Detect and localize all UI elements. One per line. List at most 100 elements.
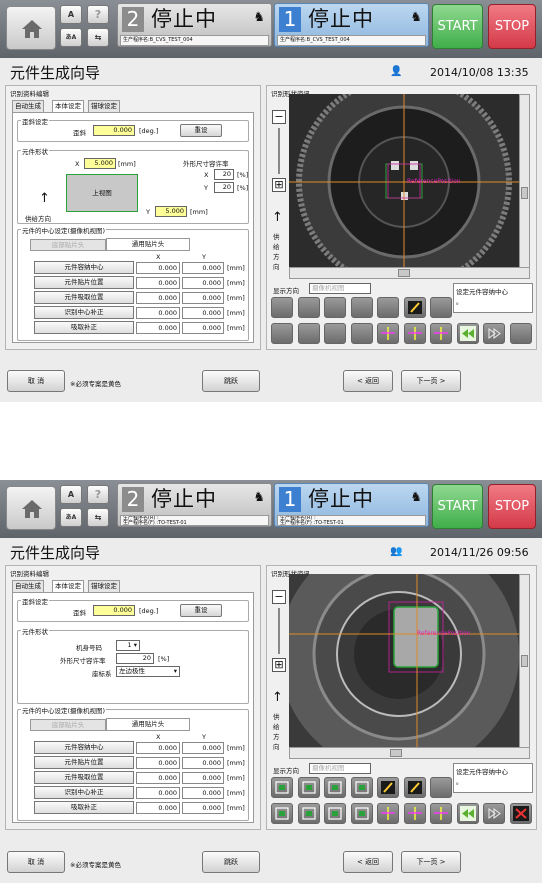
tool-button[interactable] <box>430 323 452 344</box>
row-y-value[interactable]: 0.000 <box>182 322 224 334</box>
help-icon[interactable]: ? <box>87 5 109 24</box>
zoom-fit-button[interactable]: ⊞ <box>272 658 286 672</box>
tolerance-input[interactable]: 20 <box>116 653 154 664</box>
tool-button[interactable] <box>350 323 373 344</box>
row-y-value[interactable]: 0.000 <box>182 802 224 814</box>
horizontal-scrollbar[interactable] <box>289 267 530 279</box>
coordinate-select[interactable]: 左边极性 ▾ <box>116 666 180 677</box>
row-label[interactable]: 元件吸取位置 <box>34 771 134 784</box>
vertical-scrollbar[interactable] <box>519 94 530 279</box>
vertical-scrollbar[interactable] <box>519 574 530 759</box>
display-direction-select[interactable]: 摄像机视图 <box>309 763 371 774</box>
tab-ball-settings[interactable]: 锚球设定 <box>88 580 120 592</box>
row-x-value[interactable]: 0.000 <box>136 322 180 334</box>
tool-button[interactable] <box>403 777 426 798</box>
row-label[interactable]: 元件贴片位置 <box>34 276 134 289</box>
start-button[interactable]: START <box>432 484 483 529</box>
tool-button[interactable] <box>350 777 373 798</box>
skip-button[interactable]: 跳跃 <box>202 851 260 873</box>
tool-button[interactable] <box>377 297 399 318</box>
tool-button[interactable] <box>403 297 426 318</box>
tool-button[interactable] <box>324 803 346 824</box>
skip-button[interactable]: 跳跃 <box>202 370 260 392</box>
row-x-value[interactable]: 0.000 <box>136 262 180 274</box>
usb-icon[interactable]: ⇆ <box>87 508 109 527</box>
start-button[interactable]: START <box>432 4 483 49</box>
subtab-general-head[interactable]: 通用贴片头 <box>106 238 190 251</box>
row-label[interactable]: 元件容纳中心 <box>34 261 134 274</box>
tool-button[interactable] <box>271 777 293 798</box>
tab-ball-settings[interactable]: 锚球设定 <box>88 100 120 112</box>
row-y-value[interactable]: 0.000 <box>182 277 224 289</box>
tool-button[interactable] <box>271 803 293 824</box>
usb-icon[interactable]: ⇆ <box>87 28 109 47</box>
tool-button[interactable] <box>456 803 479 824</box>
lane-2-status[interactable]: 2 停止中 ♞ 生产程序名:B_CVS_TEST_004 <box>117 3 272 47</box>
row-label[interactable]: 吸取补正 <box>34 801 134 814</box>
tool-button[interactable] <box>324 777 346 798</box>
next-button[interactable]: 下一页 > <box>401 851 461 873</box>
lane-2-status[interactable]: 2 停止中 ♞ 生产程序名(R) : 生产程序名(F) :TO-TEST-01 <box>117 483 272 527</box>
zoom-slider[interactable] <box>278 128 280 174</box>
zoom-fit-button[interactable]: ⊞ <box>272 178 286 192</box>
tool-button[interactable] <box>271 323 293 344</box>
row-y-value[interactable]: 0.000 <box>182 742 224 754</box>
language-button[interactable]: あA <box>60 28 82 47</box>
tool-button[interactable] <box>297 323 320 344</box>
row-x-value[interactable]: 0.000 <box>136 742 180 754</box>
help-icon[interactable]: ? <box>87 485 109 504</box>
scroll-thumb[interactable] <box>390 749 402 757</box>
tool-button[interactable] <box>324 323 346 344</box>
display-direction-select[interactable]: 摄像机视图 <box>309 283 371 294</box>
model-number-select[interactable]: 1 ▾ <box>116 640 140 651</box>
stop-button[interactable]: STOP <box>488 484 536 529</box>
row-label[interactable]: 识别中心补正 <box>34 786 134 799</box>
row-label[interactable]: 元件容纳中心 <box>34 741 134 754</box>
tool-button[interactable] <box>350 803 373 824</box>
tool-button[interactable] <box>483 323 505 344</box>
row-y-value[interactable]: 0.000 <box>182 292 224 304</box>
row-y-value[interactable]: 0.000 <box>182 262 224 274</box>
subtab-general-head[interactable]: 通用贴片头 <box>106 718 190 731</box>
tolerance-y-input[interactable]: 20 <box>214 182 234 193</box>
row-y-value[interactable]: 0.000 <box>182 307 224 319</box>
tool-button[interactable] <box>509 803 532 824</box>
tool-button[interactable] <box>271 297 293 318</box>
home-button[interactable] <box>6 486 56 530</box>
tab-auto-generate[interactable]: 自动生成 <box>12 100 44 112</box>
tool-button[interactable] <box>377 803 399 824</box>
display-mode-button[interactable]: A <box>60 5 82 24</box>
camera-image[interactable]: ReferencePosition <box>289 94 519 279</box>
row-y-value[interactable]: 0.000 <box>182 787 224 799</box>
row-x-value[interactable]: 0.000 <box>136 292 180 304</box>
camera-image[interactable]: ReferencePosition <box>289 574 519 759</box>
language-button[interactable]: あA <box>60 508 82 527</box>
tool-button[interactable] <box>350 297 373 318</box>
stop-button[interactable]: STOP <box>488 4 536 49</box>
row-x-value[interactable]: 0.000 <box>136 277 180 289</box>
tool-button[interactable] <box>403 323 426 344</box>
y-size-input[interactable]: 5.000 <box>155 206 187 217</box>
display-mode-button[interactable]: A <box>60 485 82 504</box>
tool-button[interactable] <box>297 803 320 824</box>
tool-button[interactable] <box>509 323 532 344</box>
tool-button[interactable] <box>403 803 426 824</box>
back-button[interactable]: < 返回 <box>343 370 393 392</box>
subtab-bottom-head[interactable]: 底部贴片头 <box>30 239 106 251</box>
zoom-out-button[interactable]: − <box>272 110 286 124</box>
row-label[interactable]: 识别中心补正 <box>34 306 134 319</box>
back-button[interactable]: < 返回 <box>343 851 393 873</box>
tool-button[interactable] <box>456 323 479 344</box>
tool-button[interactable] <box>483 803 505 824</box>
cancel-button[interactable]: 取 消 <box>7 370 65 392</box>
tool-button[interactable] <box>430 777 452 798</box>
reset-button[interactable]: 重设 <box>180 604 222 617</box>
row-label[interactable]: 元件吸取位置 <box>34 291 134 304</box>
reset-button[interactable]: 重设 <box>180 124 222 137</box>
tool-button[interactable] <box>430 803 452 824</box>
row-x-value[interactable]: 0.000 <box>136 307 180 319</box>
home-button[interactable] <box>6 6 56 50</box>
row-x-value[interactable]: 0.000 <box>136 802 180 814</box>
tool-button[interactable] <box>377 323 399 344</box>
tool-button[interactable] <box>430 297 452 318</box>
